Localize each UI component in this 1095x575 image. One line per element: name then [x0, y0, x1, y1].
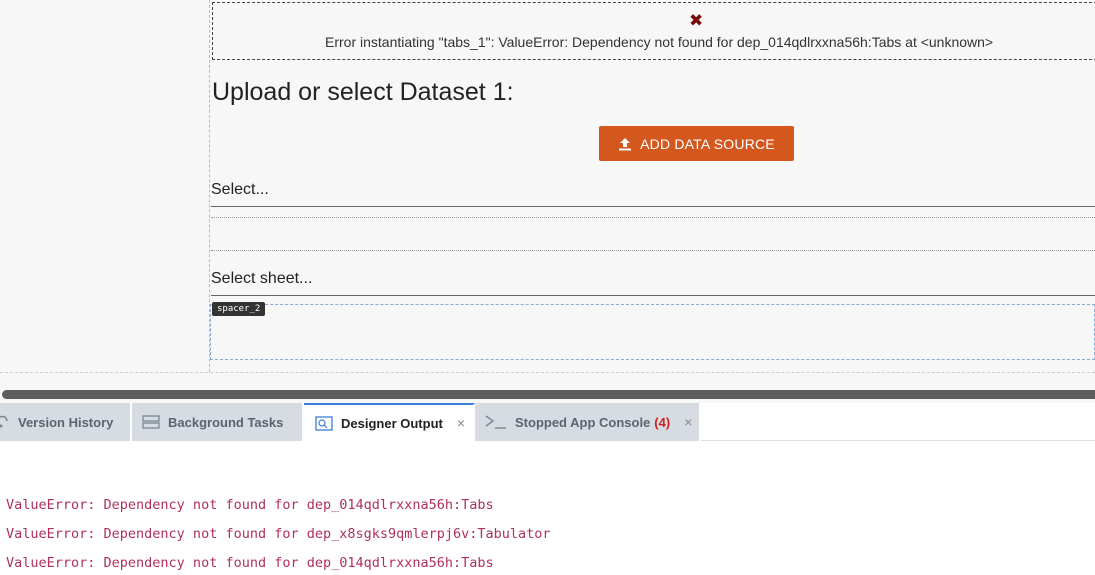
layout-guide: [211, 217, 1095, 218]
sheet-select-underline: [211, 295, 1095, 296]
tab-designer-output[interactable]: Designer Output ×: [304, 403, 475, 441]
tab-stopped-app-console[interactable]: Stopped App Console (4) ×: [475, 403, 701, 441]
panel-splitter[interactable]: [2, 390, 1095, 399]
tab-label: Designer Output: [341, 415, 443, 431]
dataset-select[interactable]: Select...: [211, 181, 269, 199]
output-console: ValueError: Dependency not found for dep…: [0, 441, 1095, 575]
add-data-source-label: ADD DATA SOURCE: [640, 135, 775, 152]
error-count-badge: (4): [654, 414, 671, 430]
close-icon[interactable]: ×: [684, 414, 692, 430]
tasks-icon: [142, 415, 160, 429]
tab-label: Version History: [18, 414, 114, 430]
error-panel: ✖ Error instantiating "tabs_1": ValueErr…: [212, 2, 1095, 60]
close-x-icon: ✖: [689, 11, 704, 31]
log-line: ValueError: Dependency not found for dep…: [6, 526, 551, 542]
log-line: ValueError: Dependency not found for dep…: [6, 555, 494, 571]
log-line: ValueError: Dependency not found for dep…: [6, 497, 494, 513]
tab-background-tasks[interactable]: Background Tasks: [132, 403, 304, 441]
spacer-component[interactable]: [210, 304, 1095, 360]
add-data-source-button[interactable]: ADD DATA SOURCE: [599, 126, 794, 161]
designer-canvas: ✖ Error instantiating "tabs_1": ValueErr…: [0, 0, 1095, 386]
terminal-icon: [485, 415, 507, 429]
close-icon[interactable]: ×: [457, 415, 465, 431]
sheet-select[interactable]: Select sheet...: [211, 270, 312, 288]
section-title: Upload or select Dataset 1:: [212, 78, 514, 106]
error-message: Error instantiating "tabs_1": ValueError…: [325, 34, 994, 50]
spacer-tag: spacer_2: [212, 302, 266, 316]
history-icon: [0, 415, 10, 429]
tab-label: Background Tasks: [168, 414, 284, 430]
upload-icon: [618, 137, 632, 151]
tab-label: Stopped App Console: [515, 414, 651, 430]
output-icon: [315, 415, 333, 431]
select-underline: [211, 206, 1095, 207]
layout-guide: [211, 250, 1095, 251]
layout-guide: [0, 372, 1095, 373]
tab-version-history[interactable]: Version History: [0, 403, 132, 441]
bottom-tab-bar: Version History Background Tasks Designe…: [0, 403, 1095, 441]
